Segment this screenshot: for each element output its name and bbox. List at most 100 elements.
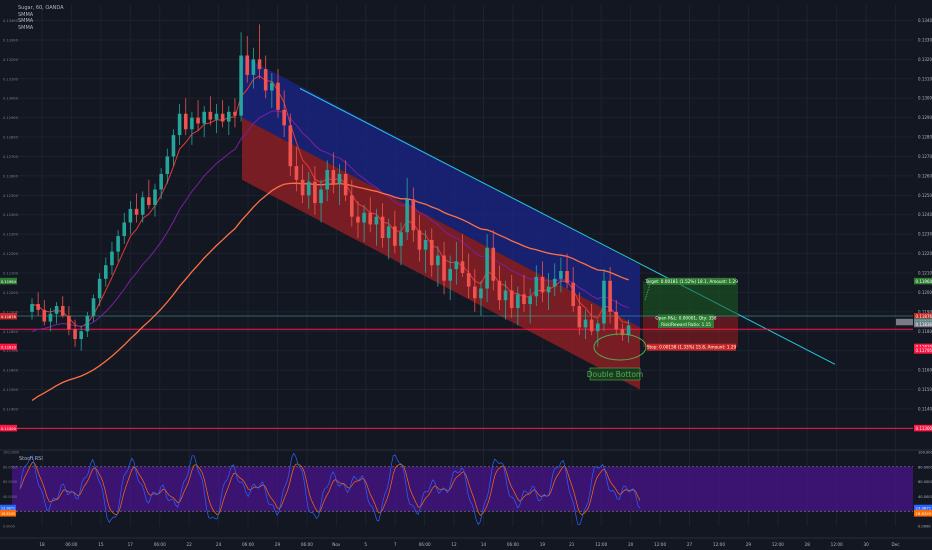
candle-body xyxy=(577,306,582,328)
left-price-tick: 0.13100 xyxy=(3,77,19,81)
price-tick-label: 0.12600 xyxy=(918,173,932,178)
price-label[interactable]: 0.11964 xyxy=(916,279,932,284)
candle-body xyxy=(104,265,108,279)
candle-body xyxy=(522,294,526,305)
left-price-label: 0.11876 xyxy=(1,315,17,319)
price-tick-label: 0.13400 xyxy=(918,18,932,23)
candle-body xyxy=(479,288,483,299)
candle-body xyxy=(300,179,305,196)
price-label[interactable]: 0.11876 xyxy=(916,314,932,319)
chart-legend[interactable]: Sugar, 60, OANDA SMMA SMMA SMMA xyxy=(18,5,64,31)
price-chart[interactable]: Target: 0.00181 (1.52%) 18.1, Amount: 1.… xyxy=(0,0,932,550)
left-price-tick: 0.12600 xyxy=(3,174,19,178)
candle-body xyxy=(91,298,96,316)
time-tick-label: 14 xyxy=(481,542,487,547)
time-tick-label: 24 xyxy=(216,542,222,547)
price-tick-label: 0.12200 xyxy=(918,251,932,256)
candle-body xyxy=(626,325,631,336)
horizontal-levels[interactable] xyxy=(0,328,932,429)
time-tick-label: 17 xyxy=(128,542,134,547)
left-price-tick: 0.12200 xyxy=(3,252,19,256)
left-price-tick: 0.13400 xyxy=(3,19,19,23)
time-tick-label: 12 xyxy=(451,542,457,547)
time-tick-label: 12:00 xyxy=(595,542,607,547)
candle-body xyxy=(540,276,545,293)
target-label[interactable]: Target: 0.00181 (1.52%) 18.1, Amount: 1.… xyxy=(644,279,738,284)
candle-body xyxy=(491,247,496,281)
price-label[interactable]: 0.11300 xyxy=(916,426,932,431)
candle-body xyxy=(257,59,262,70)
left-price-tick: 0.11400 xyxy=(3,407,19,411)
left-price-tick: 0.12300 xyxy=(3,233,19,237)
candle-body xyxy=(263,69,268,91)
price-label[interactable]: 0.11795 xyxy=(916,348,932,353)
time-tick-label: 06:00 xyxy=(65,542,77,547)
candle-body xyxy=(220,113,225,122)
time-tick-label: 19 xyxy=(540,542,546,547)
time-tick-label: 22 xyxy=(186,542,192,547)
stoch-rsi-label: Stoch RSI xyxy=(19,456,43,462)
candle-body xyxy=(380,216,385,239)
candle-body xyxy=(202,111,206,124)
stoch-value-label: 23.9871 xyxy=(916,506,932,511)
candle-body xyxy=(331,170,336,184)
candle-body xyxy=(571,282,575,307)
price-tick-label: 0.13300 xyxy=(918,37,932,42)
time-tick-label: 15 xyxy=(98,542,104,547)
candle-body xyxy=(214,113,219,120)
candle-body xyxy=(442,255,446,281)
time-tick-label: 27 xyxy=(687,542,693,547)
candle-body xyxy=(602,280,606,324)
left-price-tick: 0.11800 xyxy=(3,330,19,334)
stop-label[interactable]: Stop: 0.00158 (1.33%) 15.8, Amount: 1.29 xyxy=(647,345,737,350)
candle-body xyxy=(583,319,588,328)
stoch-value-label: 16.8345 xyxy=(916,511,932,516)
price-tick-label: 0.12500 xyxy=(918,193,932,198)
double-bottom-label[interactable]: Double Bottom xyxy=(587,370,643,379)
price-tick-label: 0.13100 xyxy=(918,76,932,81)
candle-body xyxy=(183,113,188,130)
candle-body xyxy=(177,113,182,136)
candle-body xyxy=(589,319,594,332)
time-tick-label: 12:00 xyxy=(831,542,843,547)
time-tick-label: 06:00 xyxy=(242,542,254,547)
left-price-label: 0.11964 xyxy=(1,280,17,284)
candle-body xyxy=(516,294,520,308)
candle-body xyxy=(196,117,200,124)
candle-body xyxy=(110,251,114,266)
candle-body xyxy=(97,278,102,299)
candle-body xyxy=(350,195,354,217)
price-label[interactable]: 0.11836 xyxy=(916,322,932,327)
indicator-smma-3[interactable]: SMMA xyxy=(18,25,64,32)
candle-body xyxy=(319,189,323,204)
profit-zone[interactable] xyxy=(643,281,738,317)
candle-body xyxy=(54,306,59,314)
candle-body xyxy=(362,212,366,223)
candle-body xyxy=(509,290,514,308)
rr-ratio-label[interactable]: Risk/Reward Ratio: 1.15 xyxy=(661,322,711,327)
candle-body xyxy=(288,125,293,167)
candle-body xyxy=(534,276,539,297)
candle-body xyxy=(239,55,243,116)
time-tick-label: Dec xyxy=(892,542,901,547)
price-tick-label: 0.11800 xyxy=(918,329,932,334)
descending-channel[interactable] xyxy=(242,55,836,390)
candle-body xyxy=(48,313,53,322)
candle-body xyxy=(417,230,422,250)
price-tick-label: 0.12300 xyxy=(918,232,932,237)
price-tick-label: 0.12700 xyxy=(918,154,932,159)
stoch-axis-label: 60.0000 xyxy=(918,480,932,484)
left-price-tick: 0.12900 xyxy=(3,116,19,120)
candle-body xyxy=(565,271,569,283)
time-axis[interactable]: 18 06:00 15 17 06:00 22 24 06:00 29 06:00 Nov 5 7 06:… xyxy=(0,537,932,547)
time-tick-label: 12:00 xyxy=(713,542,725,547)
candle-body xyxy=(368,212,373,225)
time-tick-label: 21 xyxy=(569,542,575,547)
open-pnl-label[interactable]: Open P&L: 0.00001, Qty: 358 xyxy=(655,315,717,320)
candle-body xyxy=(374,216,379,225)
candle-body xyxy=(436,255,440,266)
candle-body xyxy=(306,181,311,196)
stoch-axis-label: 100.0000 xyxy=(918,451,932,455)
stoch-rsi-pane[interactable]: 100.0000 100.0000 80.0000 80.0000 60.0000 60.… xyxy=(0,449,932,529)
stoch-left-axis-label: 0.0000 xyxy=(3,525,15,529)
